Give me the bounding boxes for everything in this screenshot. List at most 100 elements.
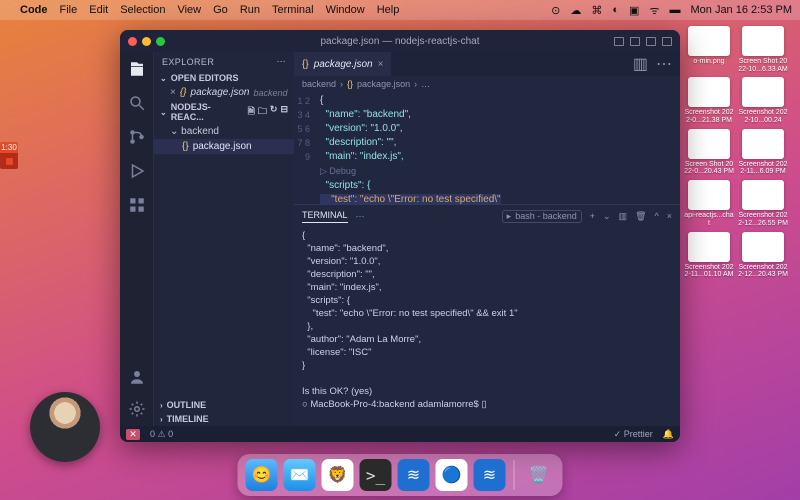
menu-run[interactable]: Run [240, 4, 260, 16]
dock-app-brave[interactable]: 🦁 [322, 459, 354, 491]
project-section[interactable]: ⌄ NODEJS-REAC... 🗎🗀↻⊟ [154, 100, 294, 124]
split-editor-icon[interactable]: ▥ [633, 54, 648, 74]
menubar-status-icon[interactable]: ⌘ [591, 4, 602, 17]
dock-app-chrome[interactable]: 🔵 [436, 459, 468, 491]
open-editor-item[interactable]: × {} package.json backend [154, 85, 294, 100]
search-icon[interactable] [128, 94, 146, 112]
menu-window[interactable]: Window [326, 4, 365, 16]
menubar-status-icon[interactable]: ⊙ [551, 4, 560, 17]
layout-toggle-icon[interactable] [630, 37, 640, 46]
debug-icon[interactable] [128, 162, 146, 180]
menu-terminal[interactable]: Terminal [272, 4, 314, 16]
stop-recording-icon[interactable] [6, 158, 13, 165]
menu-view[interactable]: View [177, 4, 201, 16]
dock-app-mail[interactable]: ✉️ [284, 459, 316, 491]
dock-trash[interactable]: 🗑️ [523, 459, 555, 491]
terminal-shell-selector[interactable]: ▸bash - backend [502, 210, 582, 223]
menu-edit[interactable]: Edit [89, 4, 108, 16]
window-close-icon[interactable] [128, 37, 137, 46]
dock-app-vscode[interactable]: ≋ [398, 459, 430, 491]
terminal-tab[interactable]: TERMINAL [302, 210, 348, 223]
json-icon: {} [302, 59, 309, 70]
menubar-wifi-icon[interactable]: ᯤ [649, 3, 659, 18]
problems-indicator[interactable]: 0 ⚠ 0 [150, 429, 173, 440]
menu-file[interactable]: File [60, 4, 78, 16]
dock-app-terminal[interactable]: >_ [360, 459, 392, 491]
menu-go[interactable]: Go [213, 4, 228, 16]
maximize-panel-icon[interactable]: ^ [655, 211, 659, 221]
window-minimize-icon[interactable] [142, 37, 151, 46]
desktop-file[interactable]: Screenshot 2022-0...21.38 PM [684, 77, 734, 124]
menubar-clock[interactable]: Mon Jan 16 2:53 PM [690, 4, 792, 16]
menubar-battery-icon[interactable]: ▬ [669, 4, 680, 16]
window-zoom-icon[interactable] [156, 37, 165, 46]
close-tab-icon[interactable]: × [378, 59, 384, 70]
split-terminal-icon[interactable]: ▥ [619, 211, 628, 222]
outline-section[interactable]: ›OUTLINE [154, 398, 294, 412]
activity-bar [120, 52, 154, 426]
more-icon[interactable]: ⋯ [356, 211, 365, 222]
desktop-file[interactable]: Screenshot 2022-12...26.55 PM [738, 180, 788, 227]
desktop-file[interactable]: Screenshot 2022-10...00.24 [738, 77, 788, 124]
menu-selection[interactable]: Selection [120, 4, 165, 16]
layout-toggle-icon[interactable] [614, 37, 624, 46]
line-numbers: 1 2 3 4 5 6 7 8 9 [294, 92, 316, 204]
chevron-right-icon: › [160, 401, 163, 410]
menubar-status-icon[interactable]: ◐ [612, 4, 619, 16]
chevron-right-icon: › [160, 415, 163, 424]
terminal-panel: TERMINAL ⋯ ▸bash - backend + ⌄ ▥ 🗑 ^ × {… [294, 204, 680, 426]
prettier-status[interactable]: ✓ Prettier [614, 429, 653, 440]
desktop-file[interactable]: o-min.png [684, 26, 734, 73]
account-icon[interactable] [128, 368, 146, 386]
menubar-status-icon[interactable]: ☁ [570, 4, 581, 17]
new-file-icon[interactable]: 🗎 [248, 104, 255, 120]
explorer-icon[interactable] [128, 60, 146, 78]
dock-app-vscode-insiders[interactable]: ≋ [474, 459, 506, 491]
gear-icon[interactable] [128, 400, 146, 418]
explorer-sidebar: EXPLORER ⋯ ⌄OPEN EDITORS × {} package.js… [154, 52, 294, 426]
desktop-file[interactable]: Screenshot 2022-12...20.43 PM [738, 232, 788, 279]
open-editors-section[interactable]: ⌄OPEN EDITORS [154, 71, 294, 85]
desktop-file[interactable]: api-reactjs...chat [684, 180, 734, 227]
new-folder-icon[interactable]: 🗀 [258, 104, 267, 120]
menubar-app-name[interactable]: Code [20, 4, 48, 16]
explorer-header: EXPLORER ⋯ [154, 52, 294, 71]
editor-tab[interactable]: {} package.json × [294, 52, 391, 76]
dock-app-finder[interactable]: 😊 [246, 459, 278, 491]
json-icon: {} [347, 79, 353, 89]
vscode-titlebar[interactable]: package.json — nodejs-reactjs-chat [120, 30, 680, 52]
menubar-status-icon[interactable]: ▣ [629, 4, 639, 17]
desktop-icons-area: o-min.png Screen Shot 2022-10...6.33 AM … [684, 26, 794, 279]
collapse-icon[interactable]: ⊟ [280, 104, 288, 120]
code-content[interactable]: { "name": "backend", "version": "1.0.0",… [316, 92, 680, 204]
layout-toggle-icon[interactable] [646, 37, 656, 46]
more-icon[interactable]: ⋯ [656, 54, 672, 74]
desktop-file[interactable]: Screen Shot 2022-10...6.33 AM [738, 26, 788, 73]
notifications-icon[interactable]: 🔔 [663, 429, 674, 440]
timeline-section[interactable]: ›TIMELINE [154, 412, 294, 426]
layout-toggle-icon[interactable] [662, 37, 672, 46]
close-panel-icon[interactable]: × [667, 211, 672, 221]
desktop-file[interactable]: Screenshot 2022-11...01.10 AM [684, 232, 734, 279]
chevron-down-icon[interactable]: ⌄ [603, 211, 611, 222]
chevron-down-icon: ⌄ [170, 126, 178, 137]
menu-help[interactable]: Help [377, 4, 400, 16]
extensions-icon[interactable] [128, 196, 146, 214]
desktop-file[interactable]: Screen Shot 2022-0...20.43 PM [684, 129, 734, 176]
more-icon[interactable]: ⋯ [277, 56, 286, 67]
code-editor[interactable]: 1 2 3 4 5 6 7 8 9 { "name": "backend", "… [294, 92, 680, 204]
tree-file[interactable]: {}package.json [154, 139, 294, 154]
tree-folder[interactable]: ⌄ backend [154, 124, 294, 139]
webcam-overlay[interactable] [30, 392, 100, 462]
close-icon[interactable]: × [170, 87, 176, 98]
desktop-file[interactable]: Screenshot 2022-11...6.09 PM [738, 129, 788, 176]
source-control-icon[interactable] [128, 128, 146, 146]
breadcrumb[interactable]: backend› {} package.json›… [294, 76, 680, 92]
trash-icon[interactable]: 🗑 [635, 211, 646, 222]
refresh-icon[interactable]: ↻ [270, 104, 278, 120]
terminal-output[interactable]: { "name": "backend", "version": "1.0.0",… [294, 227, 680, 426]
remote-indicator[interactable]: ✕ [126, 429, 140, 440]
recording-indicator[interactable]: 1:30 [0, 142, 18, 169]
new-terminal-icon[interactable]: + [590, 211, 595, 221]
chevron-down-icon: ⌄ [160, 108, 167, 117]
